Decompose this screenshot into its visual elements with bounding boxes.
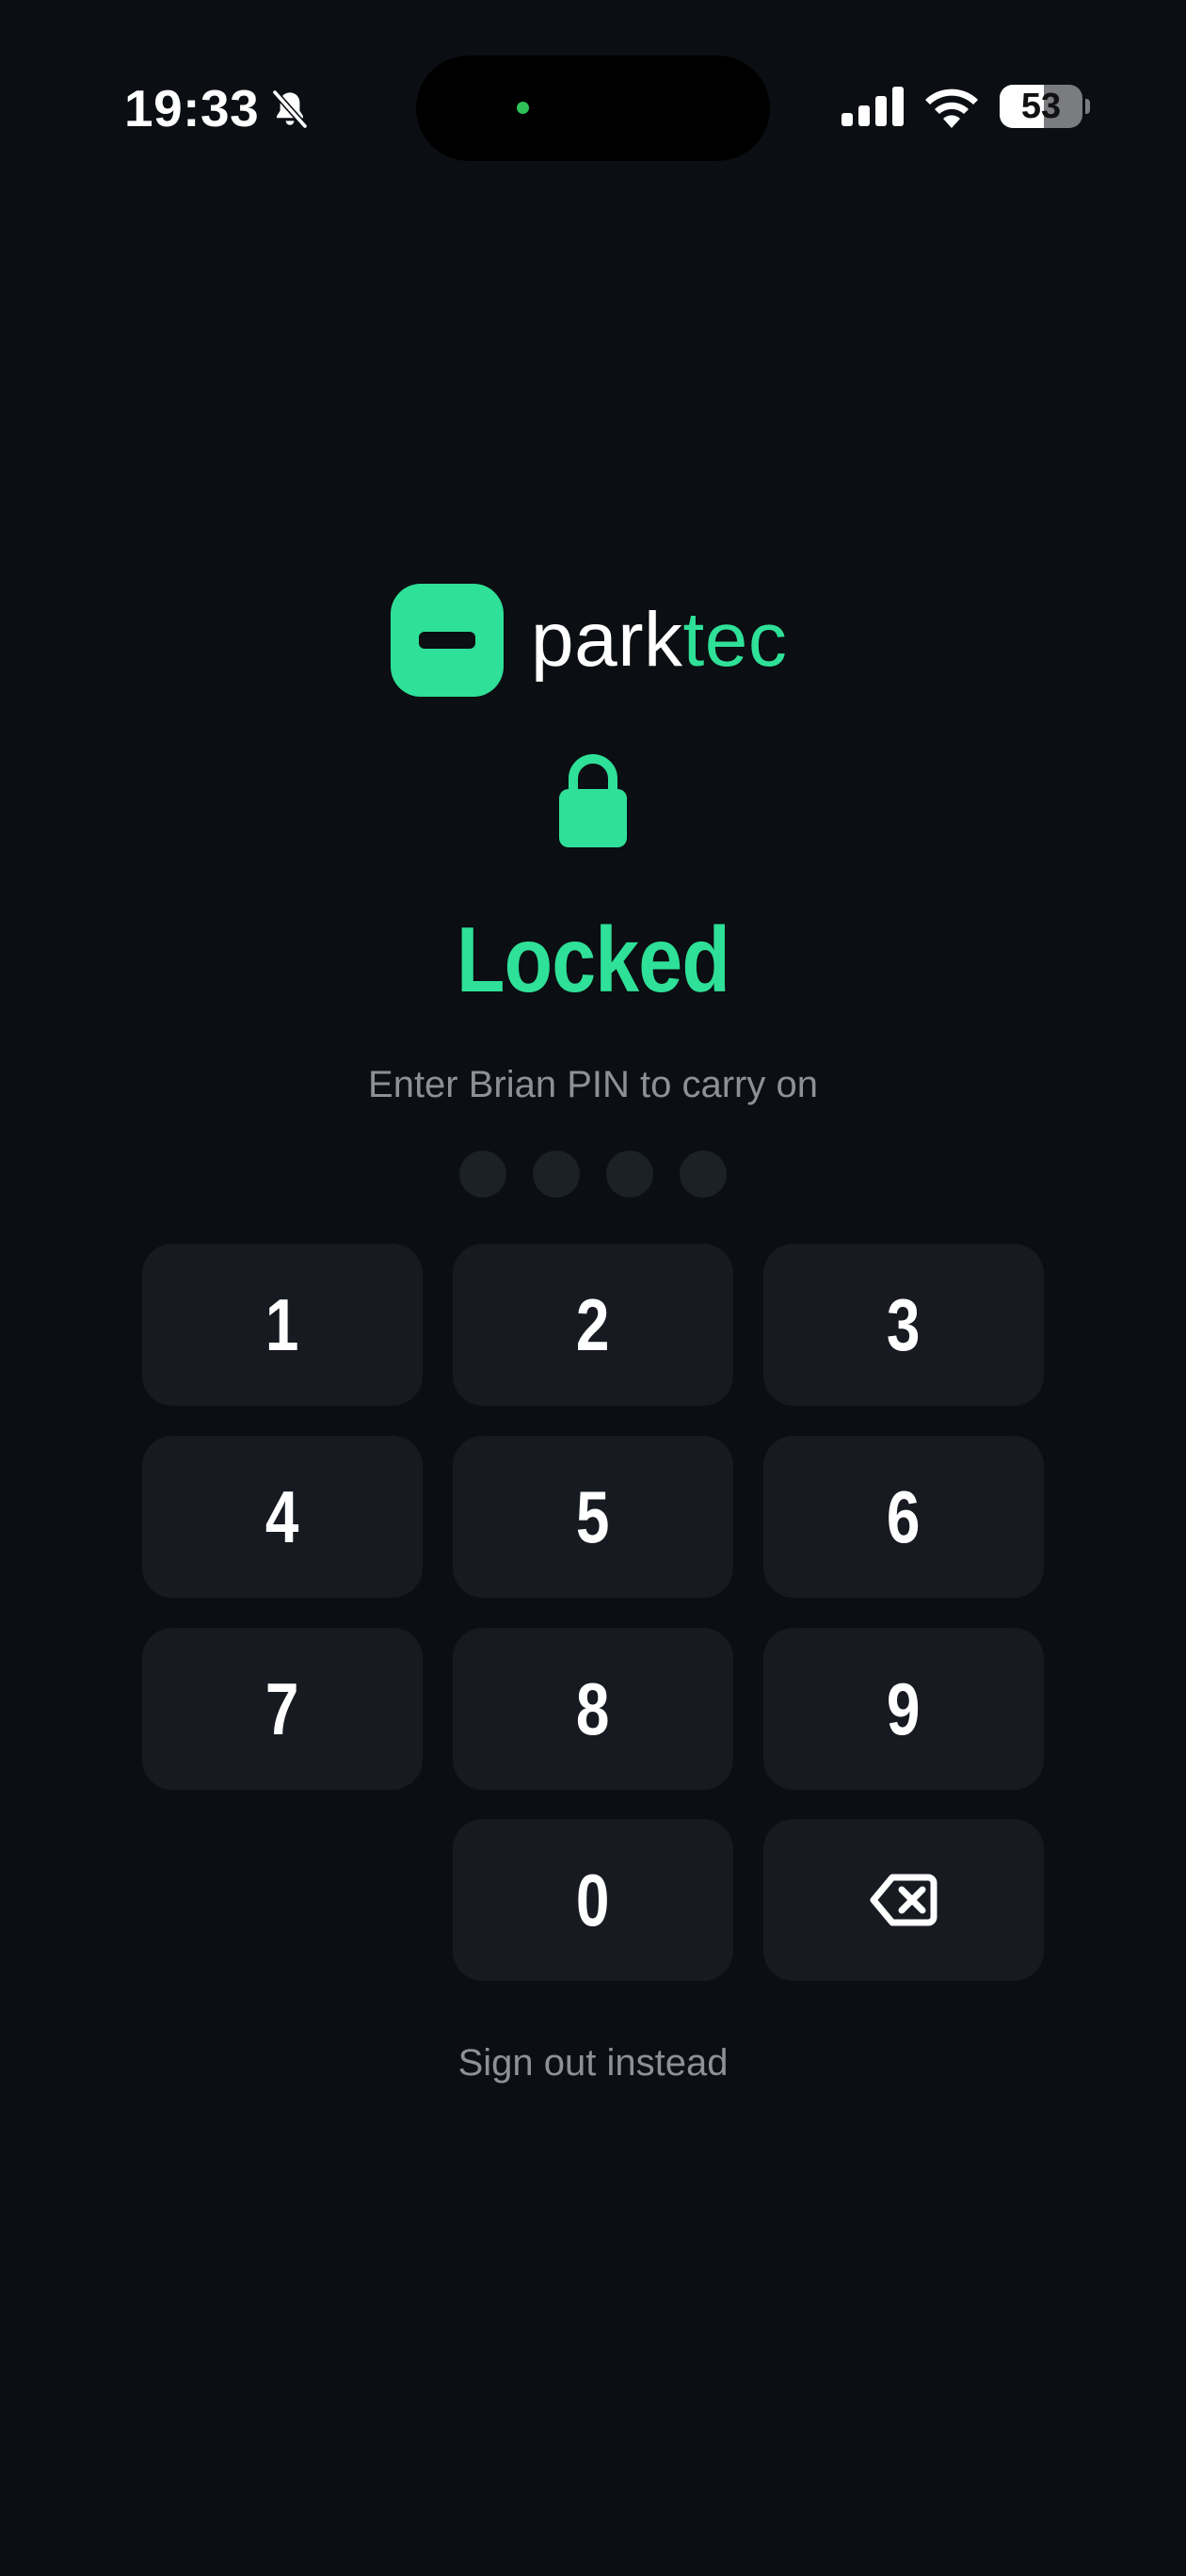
key-8-label: 8 <box>576 1667 610 1750</box>
padlock-icon <box>559 754 627 847</box>
key-2[interactable]: 2 <box>453 1244 733 1406</box>
key-7[interactable]: 7 <box>142 1628 423 1790</box>
key-1[interactable]: 1 <box>142 1244 423 1406</box>
camera-indicator-dot <box>517 102 529 114</box>
key-7-label: 7 <box>265 1667 299 1750</box>
key-0-label: 0 <box>576 1859 610 1941</box>
key-5-label: 5 <box>576 1475 610 1558</box>
pin-prompt: Enter Brian PIN to carry on <box>368 1064 818 1105</box>
key-0[interactable]: 0 <box>453 1819 733 1981</box>
key-2-label: 2 <box>576 1283 610 1366</box>
key-3-label: 3 <box>887 1283 921 1366</box>
key-4[interactable]: 4 <box>142 1436 423 1598</box>
parktec-logo-icon <box>391 584 504 697</box>
pin-dot <box>606 1151 653 1198</box>
logo-bar <box>419 632 475 649</box>
status-time: 19:33 <box>124 79 260 137</box>
battery-cap <box>1085 99 1090 114</box>
brand-name: parktec <box>531 595 787 685</box>
brand-name-accent: tec <box>682 597 788 683</box>
key-6[interactable]: 6 <box>763 1436 1044 1598</box>
locked-title: Locked <box>457 908 730 1011</box>
dynamic-island <box>416 56 770 161</box>
pin-indicator <box>459 1151 727 1198</box>
key-1-label: 1 <box>265 1283 299 1366</box>
key-8[interactable]: 8 <box>453 1628 733 1790</box>
key-5[interactable]: 5 <box>453 1436 733 1598</box>
key-9-label: 9 <box>887 1667 921 1750</box>
battery-percentage: 53 <box>1020 87 1062 126</box>
backspace-icon <box>870 1874 938 1926</box>
key-3[interactable]: 3 <box>763 1244 1044 1406</box>
pin-dot <box>533 1151 580 1198</box>
key-6-label: 6 <box>887 1475 921 1558</box>
sign-out-link[interactable]: Sign out instead <box>0 2038 1186 2087</box>
brand-name-primary: park <box>531 597 683 683</box>
pin-dot <box>459 1151 506 1198</box>
key-9[interactable]: 9 <box>763 1628 1044 1790</box>
wifi-icon <box>925 89 978 128</box>
bell-slash-icon <box>271 89 309 130</box>
battery-body: 53 <box>1000 85 1082 128</box>
key-4-label: 4 <box>265 1475 299 1558</box>
cellular-signal-icon <box>841 87 904 126</box>
battery-indicator: 53 <box>1000 85 1090 128</box>
backspace-button[interactable] <box>763 1819 1044 1981</box>
pin-dot <box>680 1151 727 1198</box>
